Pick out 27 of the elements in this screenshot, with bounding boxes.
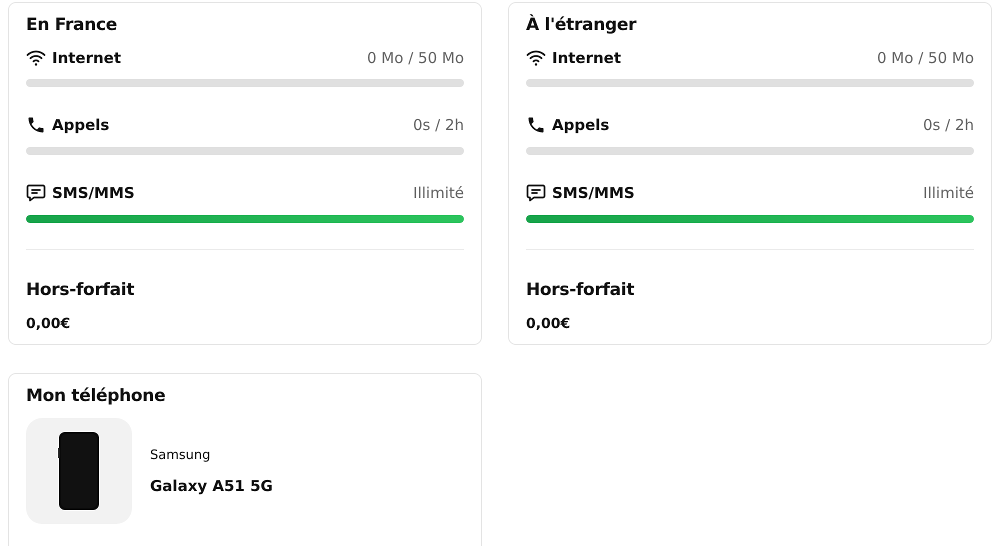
wifi-icon	[26, 49, 46, 67]
wifi-icon	[526, 49, 546, 67]
usage-reading: 0s / 2h	[923, 116, 974, 134]
message-icon	[26, 183, 46, 203]
card-title: À l'étranger	[526, 15, 638, 35]
phone-model: Galaxy A51 5G	[150, 476, 273, 494]
usage-label: Appels	[552, 116, 610, 134]
usage-label: SMS/MMS	[552, 184, 635, 202]
amount: 0,00€	[26, 316, 72, 332]
usage-reading: 0 Mo / 50 Mo	[877, 49, 974, 67]
card-title: En France	[26, 15, 118, 35]
usage-reading: 0s / 2h	[413, 116, 464, 134]
message-icon	[526, 183, 546, 203]
phone-icon	[26, 115, 46, 135]
usage-label: Appels	[52, 116, 110, 134]
card-title: Mon téléphone	[26, 386, 166, 406]
phone-brand: Samsung	[150, 448, 212, 462]
amount: 0,00€	[526, 316, 572, 332]
section-title: Hors-forfait	[26, 280, 136, 300]
usage-label: Internet	[52, 49, 122, 67]
usage-label: Internet	[552, 49, 622, 67]
phone-icon	[526, 115, 546, 135]
usage-reading: 0 Mo / 50 Mo	[367, 49, 464, 67]
usage-label: SMS/MMS	[52, 184, 135, 202]
usage-reading: Illimité	[923, 184, 974, 202]
section-title: Hors-forfait	[526, 280, 636, 300]
usage-reading: Illimité	[413, 184, 464, 202]
